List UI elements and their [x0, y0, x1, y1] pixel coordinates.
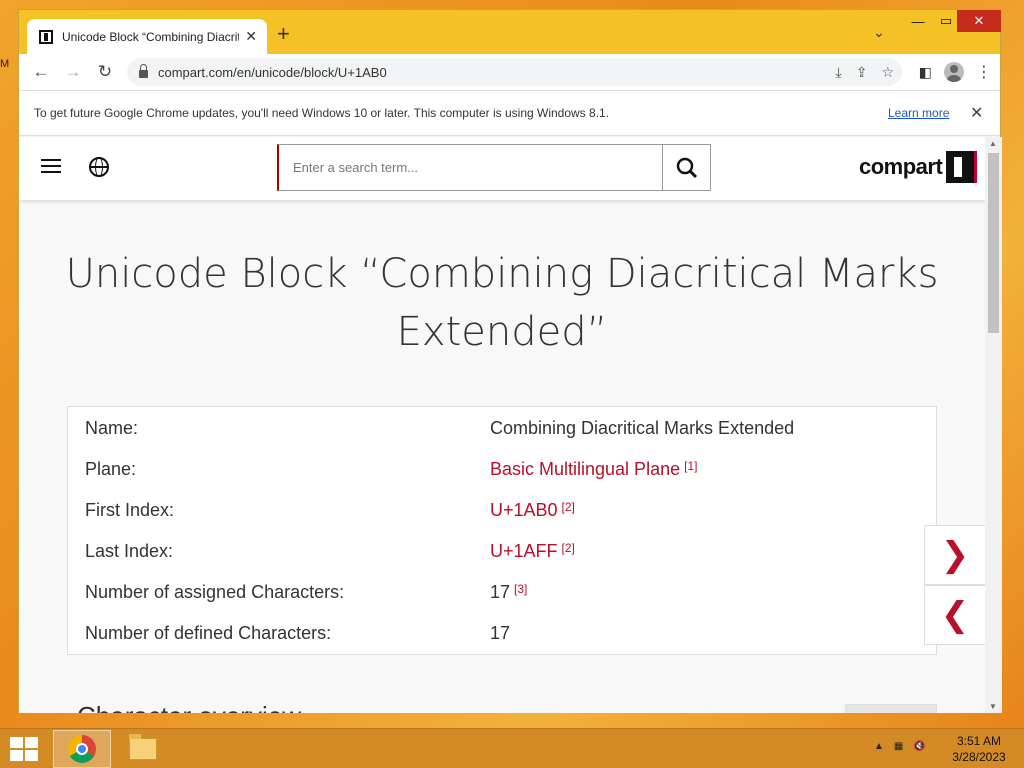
tab-close-icon[interactable]: ✕ [245, 28, 257, 45]
reload-icon[interactable]: ↻ [91, 58, 119, 86]
clock-time: 3:51 AM [956, 734, 1002, 748]
row-label: Number of defined Characters: [85, 623, 332, 643]
tab-title: Unicode Block “Combining Diacritical Mar… [62, 29, 239, 44]
minimize-button[interactable]: — [904, 10, 932, 32]
title-bar: Unicode Block “Combining Diacritical Mar… [19, 10, 1001, 54]
previous-block-button[interactable]: ❮ [924, 585, 985, 645]
row-label: Number of assigned Characters: [85, 582, 345, 602]
forward-icon[interactable]: → [59, 58, 87, 86]
chevron-left-icon: ❮ [940, 595, 970, 635]
profile-icon[interactable] [944, 62, 964, 82]
search-input[interactable]: Enter a search term... [277, 144, 663, 191]
browser-window: Unicode Block “Combining Diacritical Mar… [18, 9, 1002, 713]
maximize-button[interactable]: ▭ [932, 10, 960, 32]
table-row: Name: Combining Diacritical Marks Extend… [85, 418, 925, 442]
scroll-down-icon[interactable]: ▼ [989, 702, 997, 711]
block-info-table: Name: Combining Diacritical Marks Extend… [67, 406, 937, 655]
compart-logo[interactable]: compart [859, 151, 978, 183]
taskbar-chrome[interactable] [53, 730, 111, 768]
first-index-link[interactable]: U+1AB0 [490, 500, 558, 524]
star-icon[interactable]: ☆ [881, 64, 894, 81]
taskbar: ▲ ▦ 🔇 3:51 AM 3/28/2023 [0, 728, 1024, 768]
row-label: First Index: [85, 500, 175, 520]
logo-mark-icon [946, 151, 978, 183]
tray-expand-icon[interactable]: ▲ [874, 741, 884, 752]
footnote-ref[interactable]: [1] [684, 459, 697, 483]
chrome-icon [68, 735, 96, 763]
system-tray: ▲ ▦ 🔇 [874, 741, 926, 752]
menu-icon[interactable]: ⋮ [976, 62, 992, 82]
tab-search-icon[interactable]: ⌄ [873, 24, 885, 41]
globe-icon[interactable] [89, 157, 109, 177]
start-button[interactable] [10, 737, 38, 761]
table-row: Last Index: U+1AFF [2] [85, 541, 925, 565]
page-title: Unicode Block “Combining Diacritical Mar… [65, 251, 939, 355]
download-icon[interactable]: ⤓ [836, 64, 842, 81]
search-button[interactable] [662, 144, 711, 191]
row-value: 17 [490, 623, 511, 643]
table-row: Number of defined Characters: 17 [85, 623, 925, 647]
scroll-up-icon[interactable]: ▲ [989, 139, 997, 148]
row-label: Name: [85, 418, 139, 438]
footnote-ref[interactable]: [3] [514, 582, 527, 606]
update-infobar: To get future Google Chrome updates, you… [19, 90, 1000, 136]
table-row: Number of assigned Characters: 17 [3] [85, 582, 925, 606]
back-icon[interactable]: ← [27, 58, 55, 86]
network-icon[interactable]: ▦ [894, 741, 903, 752]
infobar-close-icon[interactable]: ✕ [970, 103, 983, 123]
page-scrollbar[interactable]: ▲ ▼ [985, 137, 1002, 713]
search-icon [676, 157, 697, 178]
plane-link[interactable]: Basic Multilingual Plane [490, 459, 680, 483]
clock-date: 3/28/2023 [952, 750, 1006, 764]
logo-text: compart [859, 154, 943, 179]
last-index-link[interactable]: U+1AFF [490, 541, 558, 565]
row-value: Combining Diacritical Marks Extended [490, 418, 795, 438]
learn-more-link[interactable]: Learn more [888, 106, 949, 120]
web-page: Enter a search term... compart Unicode B… [19, 137, 985, 713]
taskbar-clock[interactable]: 3:51 AM 3/28/2023 [944, 733, 1014, 765]
site-header: Enter a search term... compart [19, 137, 985, 200]
infobar-text: To get future Google Chrome updates, you… [34, 106, 610, 120]
footnote-ref[interactable]: [2] [562, 541, 575, 565]
new-tab-icon[interactable]: + [277, 23, 290, 45]
tab-favicon-icon [39, 29, 53, 44]
hamburger-icon[interactable] [41, 159, 61, 175]
next-block-button[interactable]: ❯ [924, 525, 985, 585]
table-row: Plane: Basic Multilingual Plane [1] [85, 459, 925, 483]
sidepanel-icon[interactable]: ◧ [919, 64, 932, 81]
lock-icon[interactable] [139, 64, 148, 78]
share-icon[interactable]: ⇪ [856, 64, 868, 81]
row-label: Plane: [85, 459, 137, 479]
address-bar[interactable]: compart.com/en/unicode/block/U+1AB0 ⤓ ⇪ … [127, 58, 902, 86]
browser-toolbar: ← → ↻ compart.com/en/unicode/block/U+1AB… [19, 54, 1000, 90]
table-row: First Index: U+1AB0 [2] [85, 500, 925, 524]
row-value: 17 [490, 582, 511, 602]
file-explorer-icon [129, 734, 157, 760]
volume-muted-icon[interactable]: 🔇 [913, 741, 925, 752]
chevron-right-icon: ❯ [940, 535, 970, 575]
row-label: Last Index: [85, 541, 174, 561]
url-text[interactable]: compart.com/en/unicode/block/U+1AB0 [158, 65, 387, 80]
desktop-icon-edge: M [0, 58, 10, 70]
browser-tab[interactable]: Unicode Block “Combining Diacritical Mar… [27, 19, 267, 54]
scroll-thumb[interactable] [988, 153, 999, 333]
section-heading-partial: Character overview [77, 701, 301, 713]
view-toggle-partial[interactable] [845, 704, 937, 713]
footnote-ref[interactable]: [2] [562, 500, 575, 524]
taskbar-file-explorer[interactable] [124, 730, 162, 768]
close-window-button[interactable]: ✕ [957, 10, 1001, 32]
